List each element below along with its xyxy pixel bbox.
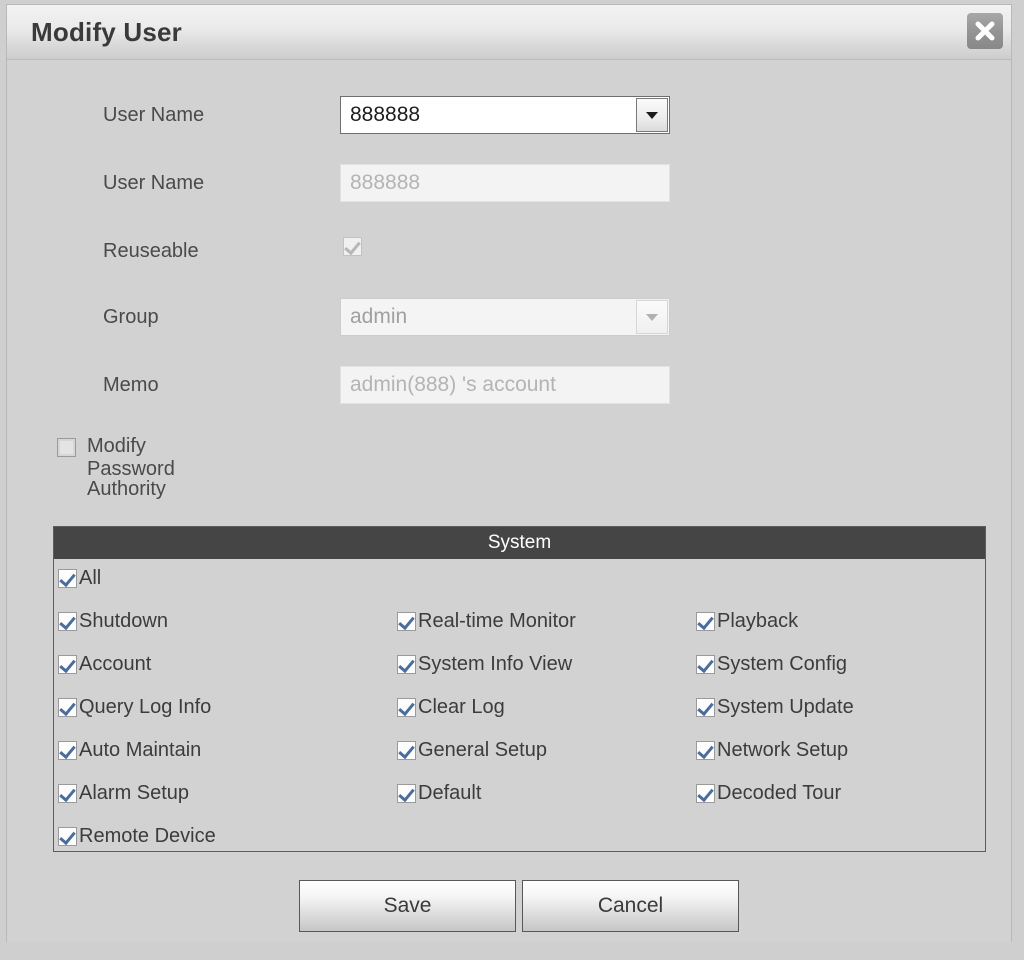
username-text-row: User Name 888888 <box>7 164 1011 208</box>
dialog-titlebar: Modify User <box>7 5 1011 60</box>
modify-password-label: Modify Password <box>87 435 175 480</box>
permission-label: System Config <box>717 653 848 675</box>
permission-item[interactable]: General Setup <box>397 739 547 762</box>
memo-input-value: admin(888) 's account <box>350 373 556 396</box>
authority-label: Authority <box>87 478 166 500</box>
permission-checkbox-all[interactable] <box>58 569 77 588</box>
cancel-button[interactable]: Cancel <box>522 880 739 932</box>
permission-checkbox[interactable] <box>58 784 77 803</box>
permission-checkbox[interactable] <box>397 612 416 631</box>
permission-checkbox[interactable] <box>397 655 416 674</box>
modify-user-dialog: Modify User User Name 888888 User Name 8… <box>6 4 1012 942</box>
permission-checkbox[interactable] <box>58 698 77 717</box>
group-field[interactable]: admin <box>340 298 670 336</box>
group-row: Group admin <box>7 298 1011 342</box>
dialog-footer: Save Cancel <box>7 880 1011 942</box>
permission-label: Default <box>418 782 482 804</box>
permission-label: Real-time Monitor <box>418 610 576 632</box>
permission-label: System Update <box>717 696 854 718</box>
permission-item[interactable]: System Update <box>696 696 854 719</box>
username-combobox-value: 888888 <box>350 103 421 126</box>
reuseable-row: Reuseable <box>7 232 1011 276</box>
permission-checkbox[interactable] <box>397 784 416 803</box>
memo-label: Memo <box>103 374 159 396</box>
group-combobox[interactable]: admin <box>340 298 670 336</box>
permission-item[interactable]: System Config <box>696 653 847 676</box>
memo-row: Memo admin(888) 's account <box>7 366 1011 410</box>
permission-checkbox[interactable] <box>696 741 715 760</box>
permission-checkbox[interactable] <box>397 698 416 717</box>
permission-label: Auto Maintain <box>79 739 202 761</box>
username-text-label: User Name <box>103 172 205 194</box>
permission-checkbox[interactable] <box>696 612 715 631</box>
dialog-title: Modify User <box>31 17 183 47</box>
permission-item[interactable]: Auto Maintain <box>58 739 201 762</box>
permission-item-all[interactable]: All <box>58 567 101 590</box>
chevron-down-icon[interactable] <box>636 98 668 132</box>
username-select-row: User Name 888888 <box>7 96 1011 140</box>
authority-panel: System All Shutdown Real-time Monitor Pl… <box>53 526 986 852</box>
modify-password-checkbox[interactable] <box>57 438 76 457</box>
username-input-value: 888888 <box>350 171 421 194</box>
permission-label: Shutdown <box>79 610 168 632</box>
permission-label-all: All <box>79 567 102 589</box>
permission-label: Clear Log <box>418 696 505 718</box>
authority-panel-header: System <box>54 527 985 559</box>
permission-item[interactable]: Remote Device <box>58 825 216 848</box>
permission-label: Decoded Tour <box>717 782 842 804</box>
permission-checkbox[interactable] <box>397 741 416 760</box>
permission-item[interactable]: Real-time Monitor <box>397 610 576 633</box>
permission-item[interactable]: Account <box>58 653 151 676</box>
memo-input[interactable]: admin(888) 's account <box>340 366 670 404</box>
permission-item[interactable]: Network Setup <box>696 739 848 762</box>
permission-item[interactable]: System Info View <box>397 653 572 676</box>
permission-checkbox[interactable] <box>696 655 715 674</box>
permission-checkbox[interactable] <box>58 612 77 631</box>
username-combobox[interactable]: 888888 <box>340 96 670 134</box>
username-select-field[interactable]: 888888 <box>340 96 670 134</box>
authority-permission-grid: All Shutdown Real-time Monitor Playback … <box>54 559 985 851</box>
permission-item[interactable]: Shutdown <box>58 610 168 633</box>
chevron-down-icon[interactable] <box>636 300 668 334</box>
reuseable-label: Reuseable <box>103 240 199 262</box>
save-button[interactable]: Save <box>299 880 516 932</box>
username-input[interactable]: 888888 <box>340 164 670 202</box>
permission-label: Network Setup <box>717 739 849 761</box>
username-text-field[interactable]: 888888 <box>340 164 670 202</box>
permission-item[interactable]: Decoded Tour <box>696 782 841 805</box>
group-label: Group <box>103 306 159 328</box>
permission-label: Alarm Setup <box>79 782 190 804</box>
memo-field[interactable]: admin(888) 's account <box>340 366 670 404</box>
permission-checkbox[interactable] <box>58 827 77 846</box>
permission-checkbox[interactable] <box>58 741 77 760</box>
permission-checkbox[interactable] <box>696 698 715 717</box>
permission-label: System Info View <box>418 653 573 675</box>
permission-label: Query Log Info <box>79 696 212 718</box>
permission-label: Playback <box>717 610 799 632</box>
username-select-label: User Name <box>103 104 205 126</box>
permission-label: Remote Device <box>79 825 216 847</box>
dialog-body: User Name 888888 User Name 888888 Reusea… <box>7 60 1011 942</box>
permission-checkbox[interactable] <box>58 655 77 674</box>
permission-label: General Setup <box>418 739 547 761</box>
group-combobox-value: admin <box>350 305 408 328</box>
close-icon[interactable] <box>967 13 1003 49</box>
permission-item[interactable]: Default <box>397 782 481 805</box>
permission-item[interactable]: Query Log Info <box>58 696 211 719</box>
permission-item[interactable]: Playback <box>696 610 798 633</box>
permission-label: Account <box>79 653 152 675</box>
reuseable-checkbox[interactable] <box>343 237 362 256</box>
permission-item[interactable]: Clear Log <box>397 696 505 719</box>
permission-item[interactable]: Alarm Setup <box>58 782 189 805</box>
permission-checkbox[interactable] <box>696 784 715 803</box>
